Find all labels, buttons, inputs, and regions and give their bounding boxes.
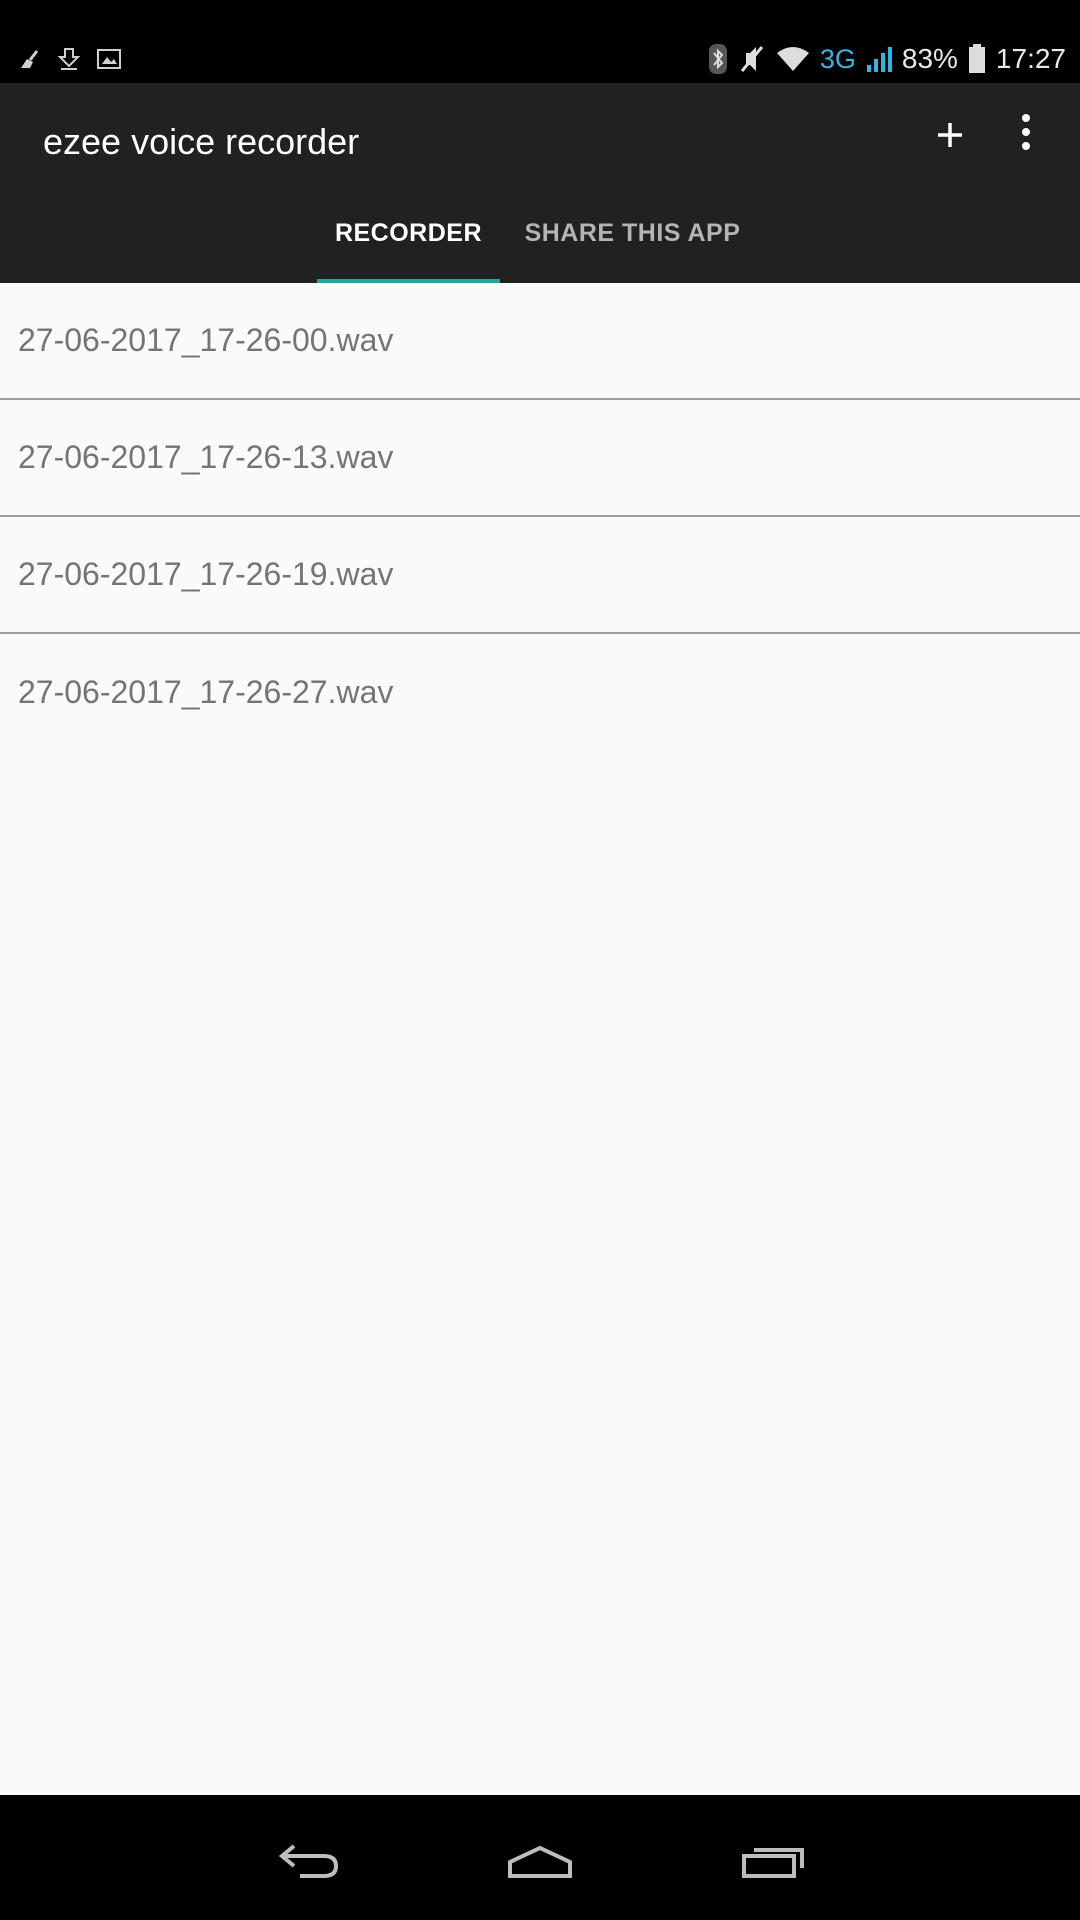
app-title: ezee voice recorder — [43, 121, 360, 162]
add-icon — [938, 123, 962, 147]
image-icon — [96, 47, 122, 71]
network-type: 3G — [819, 43, 856, 74]
list-item[interactable]: 27-06-2017_17-26-13.wav — [0, 400, 1080, 517]
tab-bar: RECORDER SHARE THIS APP — [0, 183, 1080, 283]
wifi-icon — [776, 45, 810, 73]
status-bar: 3G 83% 17:27 — [0, 0, 1080, 83]
system-status: 3G 83% 17:27 — [708, 40, 1066, 78]
list-item[interactable]: 27-06-2017_17-26-19.wav — [0, 517, 1080, 634]
home-button[interactable] — [500, 1820, 580, 1890]
recents-button[interactable] — [732, 1820, 812, 1890]
battery-icon — [968, 44, 986, 74]
signal-icon — [866, 45, 892, 73]
overflow-menu-button[interactable] — [1010, 109, 1042, 159]
add-button[interactable] — [928, 113, 972, 157]
battery-percent: 83% — [901, 43, 958, 74]
recents-icon — [742, 1848, 804, 1878]
tab-share-this-app[interactable]: SHARE THIS APP — [510, 183, 755, 283]
list-item[interactable]: 27-06-2017_17-26-27.wav — [0, 634, 1080, 751]
mute-icon — [738, 43, 766, 75]
bluetooth-icon — [708, 43, 728, 75]
clock: 17:27 — [995, 43, 1066, 74]
broom-icon — [18, 47, 42, 71]
notification-icons — [18, 44, 122, 74]
recordings-list: 27-06-2017_17-26-00.wav 27-06-2017_17-26… — [0, 283, 1080, 751]
list-item[interactable]: 27-06-2017_17-26-00.wav — [0, 283, 1080, 400]
download-icon — [56, 46, 82, 72]
app-bar: ezee voice recorder RECORDER SHARE THIS … — [0, 83, 1080, 283]
tab-recorder[interactable]: RECORDER — [317, 183, 500, 283]
home-icon — [508, 1845, 572, 1878]
overflow-menu-icon — [1022, 114, 1030, 150]
back-icon — [278, 1844, 339, 1878]
screen: 3G 83% 17:27 ezee voice recorder RECORDE… — [0, 0, 1080, 1920]
back-button[interactable] — [270, 1820, 350, 1890]
navigation-bar — [0, 1795, 1080, 1920]
